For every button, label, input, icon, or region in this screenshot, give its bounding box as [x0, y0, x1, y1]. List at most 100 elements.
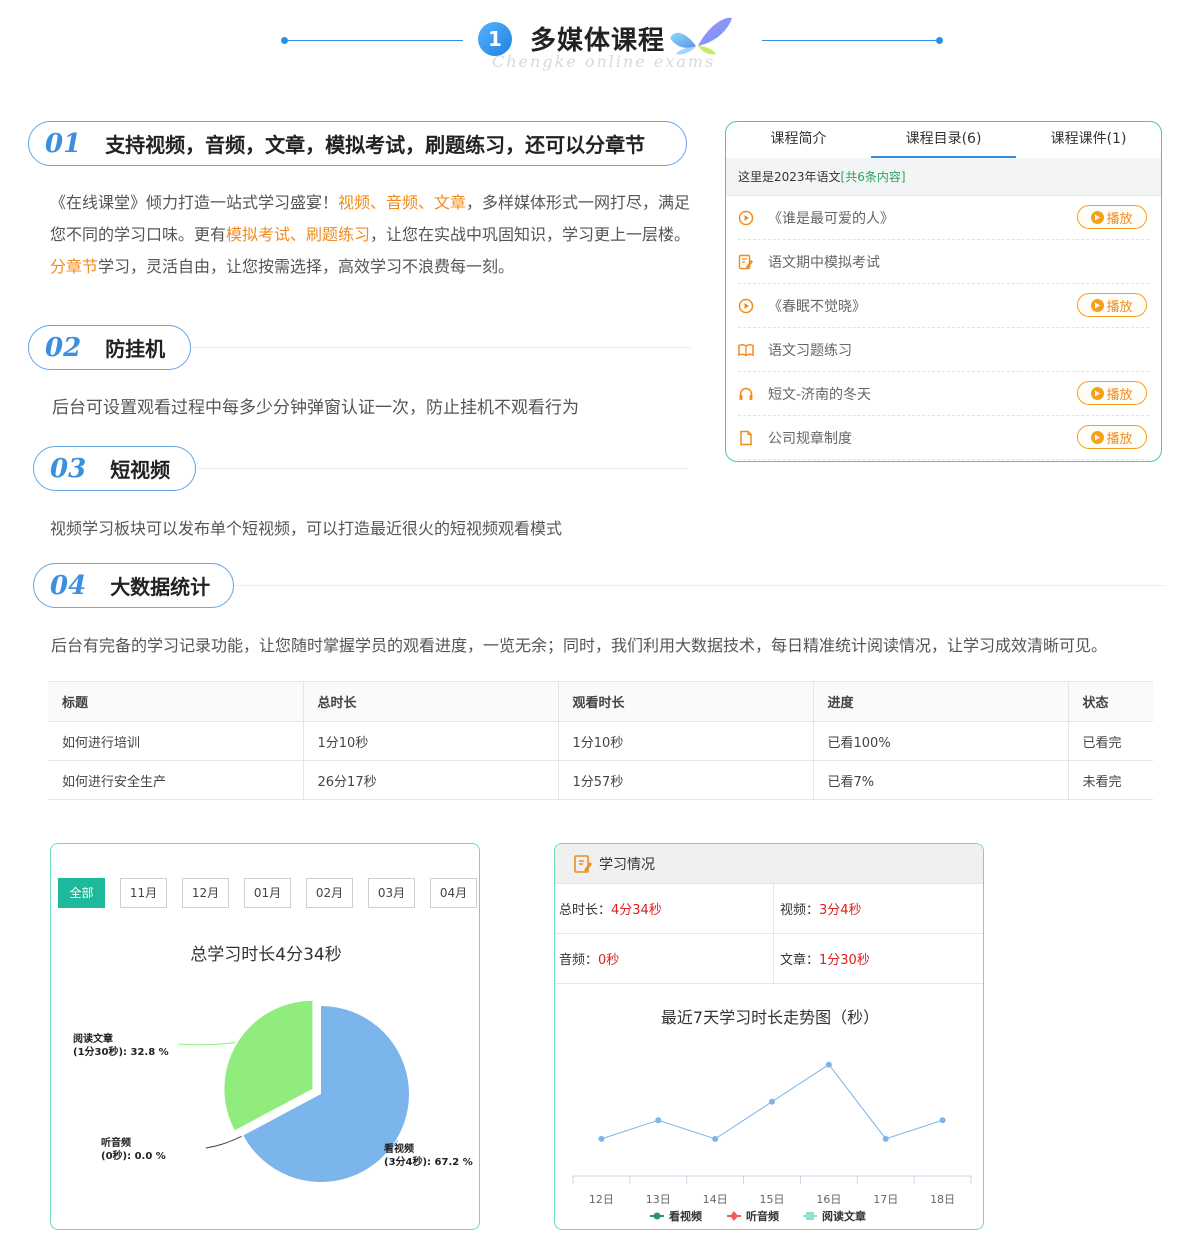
play-button[interactable]: 播放: [1077, 425, 1147, 449]
data-point[interactable]: [598, 1135, 605, 1142]
text-run: 您不同的学习口味。更有: [50, 225, 227, 244]
header-dot-left: [281, 37, 288, 44]
section-title: 防挂机: [105, 337, 166, 361]
legend-marker: [730, 1211, 738, 1221]
x-tick-label: 16日: [816, 1193, 841, 1206]
month-tab-01[interactable]: 01月: [244, 878, 291, 908]
x-tick-label: 18日: [930, 1193, 955, 1206]
study-edit-icon: [574, 854, 592, 873]
play-button-label: 播放: [1106, 299, 1133, 315]
legend-marker: [653, 1212, 661, 1220]
course-tabs: 课程简介 课程目录(6) 课程课件(1): [726, 122, 1161, 158]
month-tab-04[interactable]: 04月: [430, 878, 477, 908]
month-tab-03[interactable]: 03月: [368, 878, 415, 908]
data-point[interactable]: [825, 1061, 832, 1068]
highlight-text: 视频、音频、文章: [338, 193, 467, 212]
stat-value: 4分34秒: [611, 903, 662, 918]
stat-value: 0秒: [598, 953, 620, 968]
legend-marker: [806, 1212, 814, 1220]
tab-course-catalog[interactable]: 课程目录(6): [871, 122, 1016, 158]
book-open-icon: [738, 342, 754, 358]
section-title: 大数据统计: [110, 575, 211, 599]
stat-label: 视频：: [780, 903, 820, 918]
cell-total: 1分10秒: [302, 721, 558, 761]
play-button[interactable]: 播放: [1077, 293, 1147, 317]
section-02-pill: 02 防挂机: [28, 325, 191, 370]
study-records-table: 标题 总时长 观看时长 进度 状态 如何进行培训 1分10秒 1分10秒 已看1…: [48, 681, 1153, 800]
month-tab-all[interactable]: 全部: [58, 878, 105, 908]
study-status-card: 学习情况 总时长： 4分34秒 视频： 3分4秒 音频： 0秒 文章： 1分30秒 最近…: [554, 843, 984, 1230]
course-list-item[interactable]: 语文习题练习: [738, 328, 1149, 372]
cell-watched: 1分57秒: [557, 760, 813, 800]
month-tab-11[interactable]: 11月: [120, 878, 167, 908]
cell-title: 如何进行培训: [48, 721, 303, 761]
section-number: 03: [50, 453, 87, 484]
course-item-title: 公司规章制度: [768, 430, 852, 447]
play-circle-icon: [738, 298, 754, 314]
cell-watched: 1分10秒: [557, 721, 813, 761]
pie-label-value: (1分30秒): 32.8 %: [73, 1045, 169, 1058]
table-row: 如何进行安全生产 26分17秒 1分57秒 已看7% 未看完: [48, 760, 1153, 800]
section-01-pill: 01 支持视频，音频，文章，模拟考试，刷题练习，还可以分章节: [28, 121, 687, 166]
stat-label: 文章：: [780, 953, 820, 968]
course-list-item[interactable]: 短文-济南的冬天 播放: [738, 372, 1149, 416]
play-icon: [1091, 210, 1105, 224]
pie-chart: 看视频(3分4秒): 67.2 % 听音频(0秒): 0.0 % 阅读文章(1分30…: [73, 1000, 473, 1182]
play-button[interactable]: 播放: [1077, 381, 1147, 405]
x-tick-label: 15日: [760, 1193, 785, 1206]
pie-label-connector: [205, 1135, 242, 1149]
text-run: ，让您在实战中巩固知识，学习更上一层楼。: [370, 225, 691, 244]
col-header-status: 状态: [1067, 681, 1153, 722]
data-point[interactable]: [655, 1117, 662, 1124]
data-point[interactable]: [712, 1135, 719, 1142]
course-list-item[interactable]: 《谁是最可爱的人》 播放: [738, 196, 1149, 240]
data-point[interactable]: [769, 1098, 775, 1105]
play-button[interactable]: 播放: [1077, 205, 1147, 229]
study-card-title: 学习情况: [599, 856, 655, 873]
data-point[interactable]: [882, 1135, 889, 1142]
col-header-total: 总时长: [302, 681, 558, 722]
course-list-item[interactable]: 公司规章制度 播放: [738, 416, 1149, 460]
month-tab-12[interactable]: 12月: [182, 878, 229, 908]
col-header-watched: 观看时长: [557, 681, 813, 722]
course-item-title: 语文习题练习: [768, 342, 852, 359]
cell-status: 未看完: [1067, 760, 1153, 800]
play-icon: [1091, 298, 1105, 312]
course-list: 《谁是最可爱的人》 播放 语文期中模拟考试 《春眠不觉晓》 播放 语文习题练习 短文-济南的…: [726, 196, 1161, 460]
section-title: 支持视频，音频，文章，模拟考试，刷题练习，还可以分章节: [105, 133, 646, 157]
section-01-text: 《在线课堂》倾力打造一站式学习盛宴！视频、音频、文章，多样媒体形式一网打尽，满足…: [50, 187, 695, 283]
catalog-info-text: 这里是2023年语文: [738, 170, 841, 184]
study-stats: 总时长： 4分34秒 视频： 3分4秒 音频： 0秒 文章： 1分30秒: [555, 884, 983, 984]
course-item-title: 《谁是最可爱的人》: [768, 210, 894, 227]
legend-item[interactable]: 看视频: [669, 1209, 702, 1223]
month-tab-02[interactable]: 02月: [306, 878, 353, 908]
section-divider: [234, 585, 1166, 586]
cell-status: 已看完: [1067, 721, 1153, 761]
headphones-icon: [738, 386, 754, 402]
cell-progress: 已看100%: [812, 721, 1068, 761]
exam-edit-icon: [738, 254, 754, 270]
section-04-text: 后台有完备的学习记录功能，让您随时掌握学员的观看进度，一览无余；同时，我们利用大…: [51, 636, 1108, 655]
x-tick-label: 12日: [589, 1193, 614, 1206]
course-list-item[interactable]: 《春眠不觉晓》 播放: [738, 284, 1149, 328]
pie-chart-title: 总学习时长4分34秒: [190, 945, 342, 965]
play-button-label: 播放: [1106, 431, 1133, 447]
legend-item[interactable]: 阅读文章: [822, 1209, 866, 1223]
stat-label: 总时长：: [559, 903, 612, 918]
catalog-info: 这里是2023年语文[共6条内容]: [726, 158, 1161, 196]
data-point[interactable]: [939, 1117, 946, 1124]
col-header-progress: 进度: [812, 681, 1068, 722]
section-03-pill: 03 短视频: [33, 446, 196, 491]
x-tick-label: 14日: [703, 1193, 728, 1206]
header-line-right: [762, 40, 940, 41]
tab-course-materials[interactable]: 课程课件(1): [1016, 122, 1161, 158]
table-header-row: 标题 总时长 观看时长 进度 状态: [48, 681, 1153, 722]
pie-label-value: (3分4秒): 67.2 %: [384, 1155, 473, 1168]
month-tabs: 全部 11月 12月 01月 02月 03月 04月: [58, 878, 477, 908]
legend-item[interactable]: 听音频: [746, 1209, 779, 1223]
tab-course-intro[interactable]: 课程简介: [726, 122, 871, 158]
course-list-item[interactable]: 语文期中模拟考试: [738, 240, 1149, 284]
play-icon: [1091, 430, 1105, 444]
header-number-badge: 1: [478, 22, 512, 56]
section-divider: [196, 468, 688, 469]
